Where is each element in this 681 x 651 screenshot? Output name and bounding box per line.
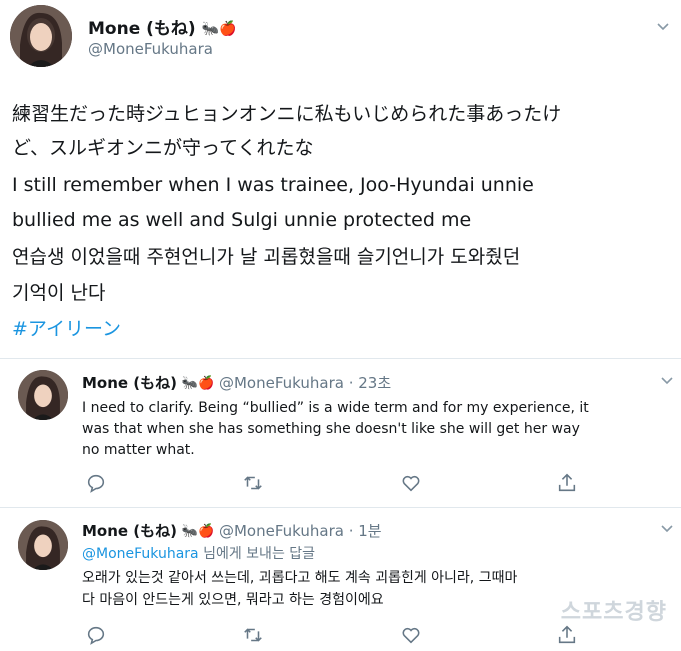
reply-header: Mone (もね) 🐜🍎 @MoneFukuhara · 1분: [82, 520, 382, 541]
like-icon: [402, 475, 420, 492]
replying-to: @MoneFukuhara 님에게 보내는 답글: [82, 544, 315, 565]
tweet-line: 연습생 이었을때 주현언니가 날 괴롭혔을때 슬기언니가 도와줬던: [12, 246, 521, 268]
like-icon: [402, 627, 420, 644]
ant-apple-emoji: 🐜🍎: [201, 21, 237, 37]
reply-line: was that when she has something she does…: [82, 421, 580, 437]
tweet-line: 練習生だった時ジュヒョンオンニに私もいじめられた事あったけ: [12, 103, 562, 125]
reply-line: 다 마음이 안드는게 있으면, 뭐라고 하는 경험이에요: [82, 592, 384, 608]
tweet-line: ど、スルギオンニが守ってくれたな: [12, 137, 314, 159]
ant-apple-emoji: 🐜🍎: [181, 376, 215, 391]
share-button[interactable]: [556, 472, 580, 494]
avatar-photo: [18, 520, 68, 570]
ant-apple-emoji: 🐜🍎: [181, 524, 215, 539]
author-name[interactable]: Mone (もね): [82, 374, 177, 392]
reply-header: Mone (もね) 🐜🍎 @MoneFukuhara · 23초: [82, 372, 391, 393]
retweet-icon: [244, 628, 262, 642]
retweet-button[interactable]: [242, 472, 266, 494]
author-name[interactable]: Mone (もね): [82, 522, 177, 540]
reply-line: I need to clarify. Being “bullied” is a …: [82, 400, 589, 416]
share-icon: [558, 625, 576, 644]
avatar[interactable]: [18, 370, 68, 420]
author-handle[interactable]: @MoneFukuhara: [219, 374, 344, 392]
author-name-text: Mone (もね): [88, 19, 196, 39]
mention-link[interactable]: @MoneFukuhara: [82, 546, 199, 562]
chevron-down-icon[interactable]: [656, 22, 670, 32]
chevron-down-icon[interactable]: [660, 524, 674, 534]
author-name[interactable]: Mone (もね) 🐜🍎: [88, 14, 236, 39]
reply-icon: [87, 626, 105, 645]
reply-button[interactable]: [85, 624, 109, 646]
chevron-down-icon[interactable]: [660, 376, 674, 386]
tweet-line: I still remember when I was trainee, Joo…: [12, 174, 534, 196]
author-handle[interactable]: @MoneFukuhara: [88, 40, 213, 58]
timestamp[interactable]: · 23초: [349, 374, 391, 392]
main-tweet: Mone (もね) 🐜🍎 @MoneFukuhara 練習生だった時ジュヒョンオ…: [0, 0, 681, 360]
timestamp[interactable]: · 1분: [349, 522, 382, 540]
retweet-icon: [244, 476, 262, 490]
action-bar: [82, 472, 602, 494]
like-button[interactable]: [400, 624, 424, 646]
reply-icon: [87, 474, 105, 493]
reply-tweet: Mone (もね) 🐜🍎 @MoneFukuhara · 23초 I need …: [0, 360, 681, 505]
tweet-line: 기억이 난다: [12, 282, 106, 304]
divider: [0, 358, 681, 359]
reply-line: no matter what.: [82, 442, 195, 458]
reply-button[interactable]: [85, 472, 109, 494]
avatar[interactable]: [18, 520, 68, 570]
retweet-button[interactable]: [242, 624, 266, 646]
like-button[interactable]: [400, 472, 424, 494]
watermark: 스포츠경향: [560, 600, 667, 625]
share-icon: [558, 473, 576, 492]
share-button[interactable]: [556, 624, 580, 646]
action-bar: [82, 624, 602, 646]
avatar-photo: [18, 370, 68, 420]
replying-to-suffix: 님에게 보내는 답글: [198, 546, 316, 562]
reply-tweet: Mone (もね) 🐜🍎 @MoneFukuhara · 1분 @MoneFuk…: [0, 508, 681, 651]
reply-line: 오래가 있는것 같아서 쓰는데, 괴롭다고 해도 계속 괴롭힌게 아니라, 그때…: [82, 570, 518, 586]
tweet-line: bullied me as well and Sulgi unnie prote…: [12, 209, 472, 231]
hashtag-link[interactable]: #アイリーン: [12, 312, 121, 346]
avatar-photo: [10, 5, 72, 67]
avatar[interactable]: [10, 5, 72, 67]
author-handle[interactable]: @MoneFukuhara: [219, 522, 344, 540]
